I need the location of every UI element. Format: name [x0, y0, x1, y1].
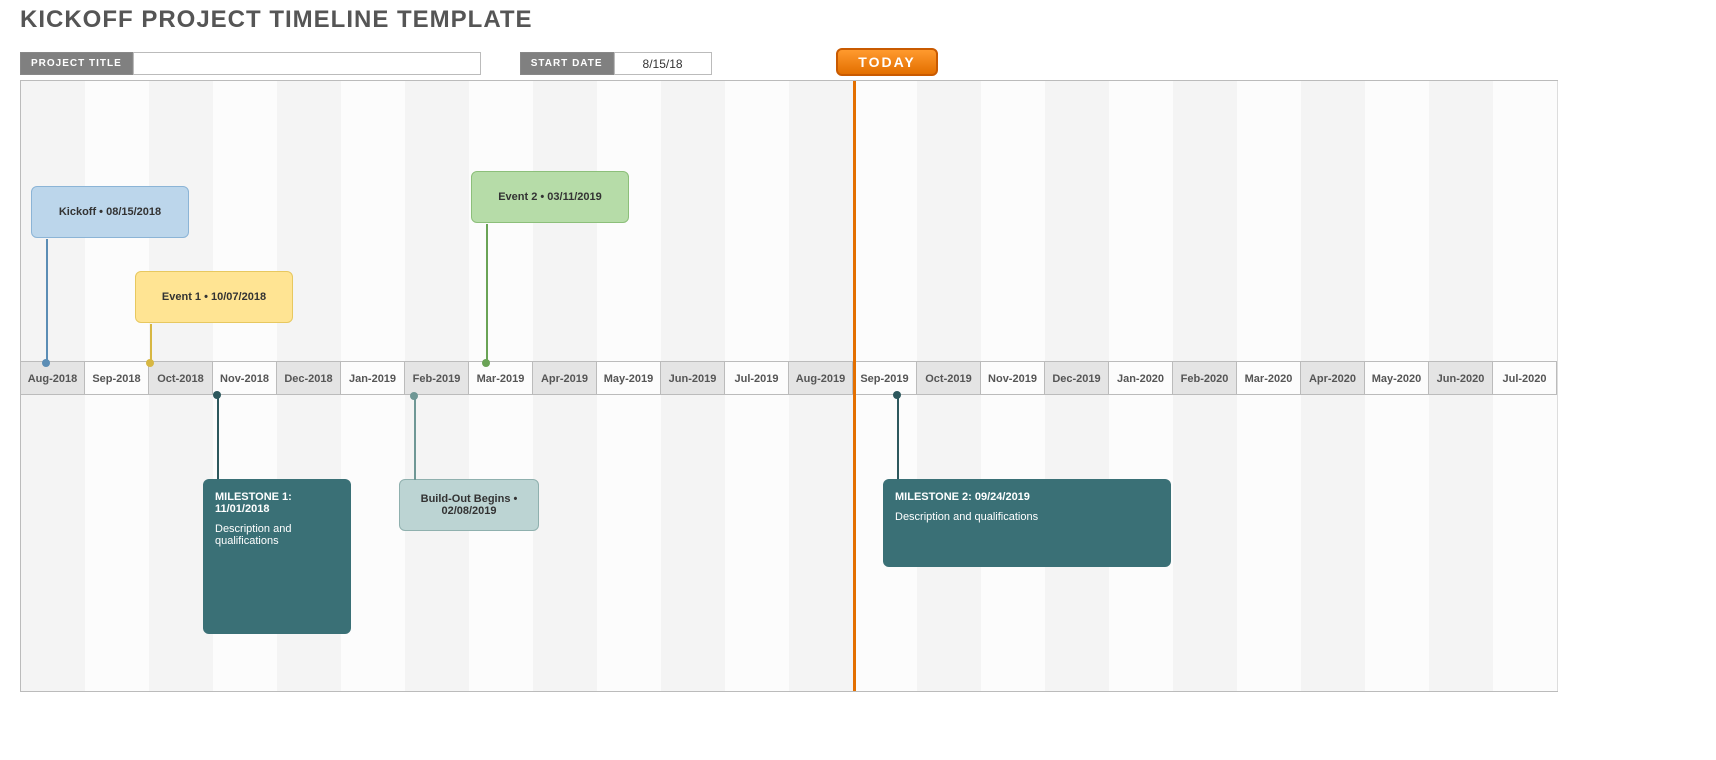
- event-kickoff[interactable]: Kickoff • 08/15/2018: [31, 186, 189, 238]
- event-buildout-label: Build-Out Begins • 02/08/2019: [406, 493, 532, 517]
- month-Apr-2020: Apr-2020: [1301, 361, 1365, 395]
- today-line: [853, 81, 856, 691]
- month-Jul-2020: Jul-2020: [1493, 361, 1557, 395]
- month-Nov-2019: Nov-2019: [981, 361, 1045, 395]
- start-date-input[interactable]: 8/15/18: [614, 52, 712, 75]
- month-Apr-2019: Apr-2019: [533, 361, 597, 395]
- page-title: KICKOFF PROJECT TIMELINE TEMPLATE: [20, 6, 533, 34]
- month-Mar-2020: Mar-2020: [1237, 361, 1301, 395]
- today-badge: TODAY: [836, 48, 938, 76]
- month-Jun-2020: Jun-2020: [1429, 361, 1493, 395]
- month-Aug-2018: Aug-2018: [21, 361, 85, 395]
- event-2-label: Event 2 • 03/11/2019: [498, 191, 602, 203]
- month-Dec-2018: Dec-2018: [277, 361, 341, 395]
- month-Jan-2019: Jan-2019: [341, 361, 405, 395]
- milestone-2-title: MILESTONE 2: 09/24/2019: [895, 491, 1030, 503]
- month-Oct-2019: Oct-2019: [917, 361, 981, 395]
- project-title-input[interactable]: [133, 52, 481, 75]
- event-1-label: Event 1 • 10/07/2018: [162, 291, 266, 303]
- milestone-2-desc: Description and qualifications: [895, 511, 1038, 523]
- event-buildout[interactable]: Build-Out Begins • 02/08/2019: [399, 479, 539, 531]
- start-date-label: START DATE: [520, 52, 614, 75]
- month-axis: Aug-2018Sep-2018Oct-2018Nov-2018Dec-2018…: [21, 361, 1557, 395]
- project-title-label: PROJECT TITLE: [20, 52, 133, 75]
- milestone-1[interactable]: MILESTONE 1: 11/01/2018 Description and …: [203, 479, 351, 634]
- month-Oct-2018: Oct-2018: [149, 361, 213, 395]
- month-Dec-2019: Dec-2019: [1045, 361, 1109, 395]
- month-Jul-2019: Jul-2019: [725, 361, 789, 395]
- header-row: PROJECT TITLE START DATE8/15/18: [20, 52, 712, 74]
- month-Aug-2019: Aug-2019: [789, 361, 853, 395]
- month-Mar-2019: Mar-2019: [469, 361, 533, 395]
- month-Jun-2019: Jun-2019: [661, 361, 725, 395]
- milestone-1-desc: Description and qualifications: [215, 523, 339, 547]
- event-2[interactable]: Event 2 • 03/11/2019: [471, 171, 629, 223]
- month-Feb-2019: Feb-2019: [405, 361, 469, 395]
- month-Nov-2018: Nov-2018: [213, 361, 277, 395]
- month-Sep-2019: Sep-2019: [853, 361, 917, 395]
- event-1[interactable]: Event 1 • 10/07/2018: [135, 271, 293, 323]
- month-Sep-2018: Sep-2018: [85, 361, 149, 395]
- milestone-1-title: MILESTONE 1: 11/01/2018: [215, 491, 339, 515]
- month-May-2019: May-2019: [597, 361, 661, 395]
- event-kickoff-label: Kickoff • 08/15/2018: [59, 206, 161, 218]
- timeline-grid: Aug-2018Sep-2018Oct-2018Nov-2018Dec-2018…: [20, 80, 1558, 692]
- month-Feb-2020: Feb-2020: [1173, 361, 1237, 395]
- month-May-2020: May-2020: [1365, 361, 1429, 395]
- milestone-2[interactable]: MILESTONE 2: 09/24/2019 Description and …: [883, 479, 1171, 567]
- month-Jan-2020: Jan-2020: [1109, 361, 1173, 395]
